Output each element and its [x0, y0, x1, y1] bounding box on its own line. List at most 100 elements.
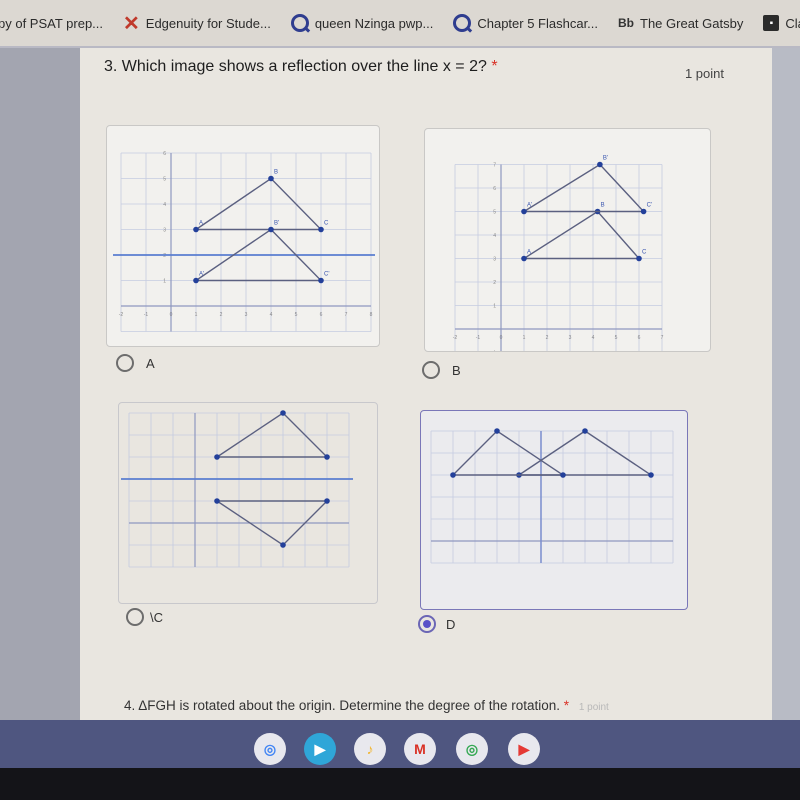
bookmark-great-gatsby[interactable]: Bb The Great Gatsby [618, 16, 743, 31]
y-tick-label: 5 [493, 210, 496, 216]
vertex-label: C' [324, 272, 329, 278]
question-3-points: 1 point [684, 66, 724, 81]
y-tick-label: 6 [163, 151, 166, 157]
bookmark-edgenuity[interactable]: ✕ Edgenuity for Stude... [123, 11, 271, 36]
vertex-label: A' [527, 203, 532, 209]
y-tick-label: 3 [163, 228, 166, 234]
x-tick-label: -2 [119, 312, 124, 318]
graph-c-svg [121, 410, 353, 568]
edgenuity-x-icon: ✕ [123, 12, 140, 35]
vertex-point [450, 472, 456, 478]
bookmark-label: Edgenuity for Stude... [145, 15, 271, 31]
bookmark-queen-nzinga[interactable]: queen Nzinga pwp... [290, 14, 434, 32]
bookmark-label: Clas [785, 15, 800, 31]
x-tick-label: -1 [144, 312, 149, 318]
x-tick-label: 2 [220, 312, 223, 318]
quizlet-q-icon [290, 14, 309, 32]
required-asterisk: * [563, 698, 570, 713]
x-tick-label: 1 [523, 335, 526, 341]
vertex-point [280, 542, 286, 548]
duo-icon[interactable]: ▶ [304, 733, 336, 765]
question-4-points: 1 point [578, 702, 609, 713]
x-tick-label: 3 [245, 312, 248, 318]
y-tick-label: 1 [163, 279, 166, 285]
vertex-label: C' [647, 203, 652, 209]
vertex-point [324, 454, 330, 460]
vertex-point [268, 175, 274, 182]
bookmark-chapter-5[interactable]: Chapter 5 Flashcar... [453, 14, 598, 32]
vertex-label: A' [199, 272, 204, 278]
y-tick-label: 1 [493, 304, 496, 310]
chrome-icon[interactable]: ◎ [456, 733, 488, 765]
x-tick-label: 5 [615, 335, 618, 341]
question-3-title: 3. Which image shows a reflection over t… [104, 58, 498, 75]
left-margin [0, 48, 80, 720]
vertex-label: B [274, 170, 278, 176]
y-tick-label: 7 [493, 163, 496, 169]
y-tick-label: 5 [163, 177, 166, 183]
vertex-label: B [601, 203, 605, 209]
vertex-label: A [199, 221, 203, 227]
y-tick-label: 2 [493, 280, 496, 286]
vertex-point [521, 208, 527, 215]
vertex-point [560, 472, 566, 478]
x-tick-label: 6 [638, 335, 641, 341]
blackboard-bb-icon: Bb [618, 16, 635, 30]
classroom-icon: ▪ [763, 15, 780, 31]
x-tick-label: -1 [476, 335, 481, 341]
gmail-icon[interactable]: M [404, 733, 436, 765]
bookmark-classroom[interactable]: ▪ Clas [763, 15, 800, 31]
question-4-title: 4. ΔFGH is rotated about the origin. Det… [124, 698, 609, 713]
vertex-point [318, 277, 324, 284]
x-tick-label: 6 [320, 312, 323, 318]
option-d-radio[interactable] [418, 615, 436, 633]
vertex-point [214, 498, 220, 504]
option-d-label: D [446, 617, 456, 632]
vertex-point [494, 428, 500, 434]
vertex-point [318, 226, 324, 233]
y-tick-label: 4 [163, 202, 166, 208]
graph-d-svg [430, 428, 674, 564]
option-b-radio[interactable] [422, 361, 440, 379]
vertex-point [193, 226, 199, 233]
bookmark-label: queen Nzinga pwp... [314, 15, 434, 31]
option-c-graph [118, 402, 378, 604]
option-b-graph: -2-101234567-2-11234567ABCA'B'C' [424, 128, 711, 380]
vertex-point [636, 255, 642, 262]
x-tick-label: 8 [370, 312, 373, 318]
option-c-radio[interactable] [126, 608, 144, 626]
x-tick-label: 2 [546, 335, 549, 341]
vertex-label: B' [603, 156, 608, 162]
x-tick-label: 5 [295, 312, 298, 318]
vertex-point [193, 277, 199, 284]
required-asterisk: * [491, 58, 498, 75]
vertex-point [648, 472, 654, 478]
vertex-point [268, 226, 274, 233]
vertex-point [597, 161, 603, 168]
x-tick-label: 0 [170, 312, 173, 318]
option-a-radio[interactable] [116, 354, 134, 372]
option-c-label: \C [150, 610, 163, 625]
x-tick-label: 3 [569, 335, 572, 341]
option-d-graph [420, 410, 688, 610]
option-a-label: A [146, 356, 155, 371]
music-icon[interactable]: ♪ [354, 733, 386, 765]
bookmark-label: The Great Gatsby [640, 15, 744, 31]
x-tick-label: 1 [195, 312, 198, 318]
vertex-point [214, 454, 220, 460]
y-tick-label: 2 [163, 253, 166, 259]
chrome-icon[interactable]: ◎ [254, 733, 286, 765]
vertex-label: B' [274, 221, 279, 227]
question-card: 3. Which image shows a reflection over t… [80, 48, 772, 720]
page: 3. Which image shows a reflection over t… [0, 48, 800, 720]
bookmark-psat[interactable]: py of PSAT prep... [0, 16, 103, 31]
option-a-graph: -2 -1 0 1 2 3 4 5 6 7 8 1 2 3 4 5 6 A B C A' B' C' [106, 125, 380, 347]
youtube-icon[interactable]: ▶ [508, 733, 540, 765]
x-tick-label: -2 [453, 335, 458, 341]
bookmark-label: Chapter 5 Flashcar... [477, 15, 599, 31]
x-tick-label: 4 [270, 312, 273, 318]
y-tick-label: -1 [492, 351, 497, 352]
vertex-point [521, 255, 527, 262]
vertex-label: A [527, 250, 531, 256]
y-tick-label: 3 [493, 257, 496, 263]
